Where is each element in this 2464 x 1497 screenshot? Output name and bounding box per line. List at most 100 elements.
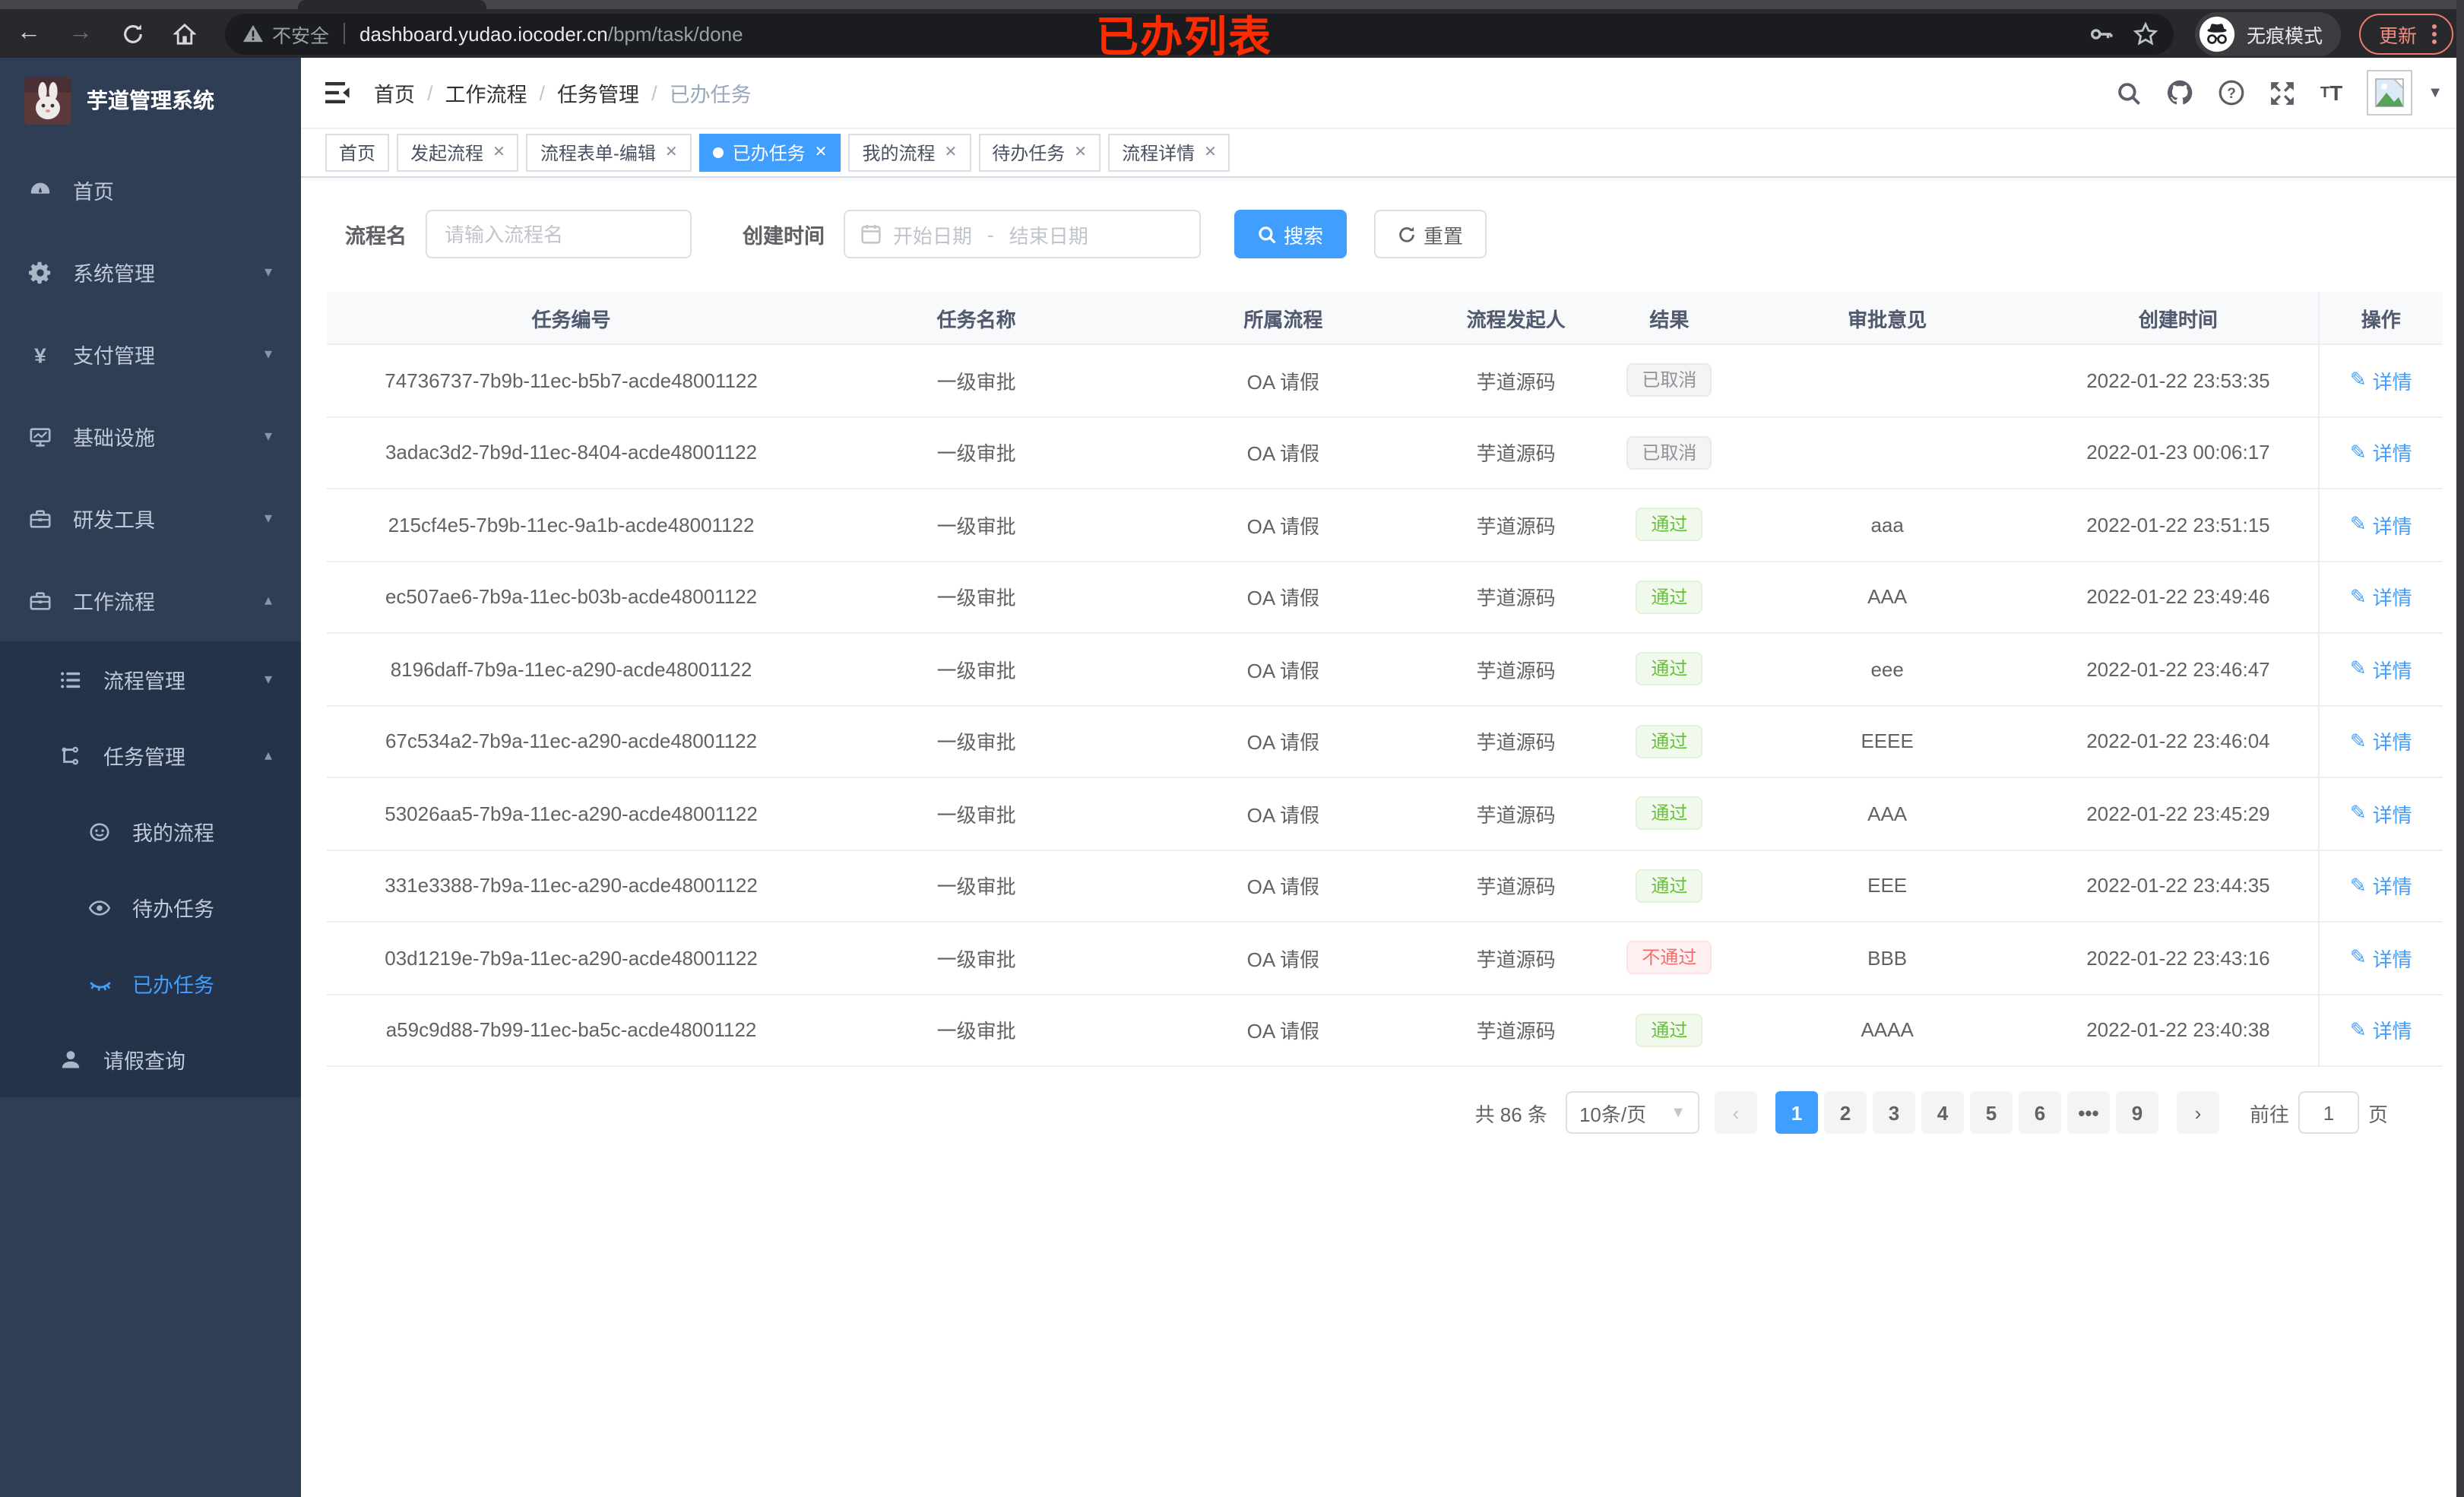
detail-link[interactable]: ✎ 详情: [2350, 655, 2412, 684]
process-name-input[interactable]: [425, 210, 691, 258]
process-cell: OA 请假: [1246, 587, 1320, 610]
tab-待办任务[interactable]: 待办任务 ✕: [978, 134, 1101, 172]
select-caret-icon: ▼: [1671, 1104, 1686, 1121]
tab-已办任务[interactable]: 已办任务 ✕: [698, 134, 841, 172]
tab-label: 已办任务: [732, 143, 806, 164]
page-button-9[interactable]: 9: [2115, 1091, 2158, 1134]
home-icon[interactable]: [161, 14, 207, 53]
detail-link[interactable]: ✎ 详情: [2350, 583, 2412, 612]
detail-link[interactable]: ✎ 详情: [2350, 511, 2412, 540]
page-button-5[interactable]: 5: [1969, 1091, 2013, 1134]
tab-发起流程[interactable]: 发起流程 ✕: [397, 134, 519, 172]
result-badge: 通过: [1636, 652, 1703, 686]
reload-icon[interactable]: [109, 14, 155, 53]
breadcrumb-item-任务管理[interactable]: 任务管理: [557, 78, 639, 108]
browser-menu-icon[interactable]: [2429, 21, 2440, 46]
sidebar-item-请假查询[interactable]: 请假查询: [0, 1021, 301, 1097]
page-size-select[interactable]: 10条/页 ▼: [1565, 1091, 1699, 1134]
detail-link[interactable]: ✎ 详情: [2350, 727, 2412, 756]
pen-icon: ✎: [2349, 440, 2367, 464]
result-badge: 已取消: [1626, 363, 1712, 397]
chevron-down-icon: ▾: [264, 510, 272, 527]
close-tab-icon[interactable]: ✕: [1074, 144, 1087, 161]
logo-row[interactable]: 芋道管理系统: [0, 58, 301, 143]
help-icon[interactable]: ?: [2219, 79, 2246, 106]
flow-icon: [59, 744, 82, 767]
process-cell: OA 请假: [1246, 1020, 1320, 1043]
key-icon[interactable]: [2089, 21, 2114, 46]
page-button-4[interactable]: 4: [1921, 1091, 1964, 1134]
fullscreen-icon[interactable]: [2270, 80, 2296, 106]
date-range-picker[interactable]: 开始日期 - 结束日期: [843, 210, 1200, 258]
close-tab-icon[interactable]: ✕: [944, 144, 957, 161]
column-header-所属流程: 所属流程: [1243, 308, 1323, 331]
search-icon[interactable]: [2117, 80, 2143, 106]
close-tab-icon[interactable]: ✕: [1204, 144, 1217, 161]
search-button[interactable]: 搜索: [1234, 210, 1347, 258]
date-end-placeholder[interactable]: 结束日期: [1009, 220, 1088, 248]
close-tab-icon[interactable]: ✕: [492, 144, 505, 161]
actions-cell: ✎ 详情: [2317, 778, 2443, 849]
goto-page-input[interactable]: [2298, 1091, 2359, 1134]
more-pages-button[interactable]: •••: [2067, 1091, 2110, 1134]
prev-page-button[interactable]: ‹: [1714, 1091, 1757, 1134]
update-button[interactable]: 更新: [2359, 13, 2454, 54]
tab-我的流程[interactable]: 我的流程 ✕: [848, 134, 971, 172]
sidebar-item-label: 研发工具: [73, 509, 155, 532]
close-tab-icon[interactable]: ✕: [665, 144, 678, 161]
chevron-down-icon: ▾: [264, 346, 272, 362]
task-name-cell: 一级审批: [936, 803, 1016, 827]
breadcrumb-item-首页[interactable]: 首页: [374, 78, 415, 108]
detail-link[interactable]: ✎ 详情: [2350, 944, 2412, 973]
url-text[interactable]: dashboard.yudao.iocoder.cn/bpm/task/done: [359, 22, 743, 45]
font-size-icon[interactable]: TT: [2320, 81, 2342, 105]
sidebar-item-基础设施[interactable]: 基础设施 ▾: [0, 395, 301, 477]
detail-link[interactable]: ✎ 详情: [2350, 799, 2412, 828]
next-page-button[interactable]: ›: [2176, 1091, 2219, 1134]
avatar[interactable]: [2367, 70, 2413, 116]
bookmark-star-icon[interactable]: [2133, 21, 2158, 46]
detail-link[interactable]: ✎ 详情: [2350, 438, 2412, 467]
detail-link[interactable]: ✎ 详情: [2350, 366, 2412, 395]
tab-流程详情[interactable]: 流程详情 ✕: [1108, 134, 1230, 172]
avatar-caret-icon[interactable]: ▼: [2428, 84, 2443, 101]
tab-流程表单-编辑[interactable]: 流程表单-编辑 ✕: [526, 134, 692, 172]
chevron-down-icon: ▾: [264, 428, 272, 445]
sidebar-item-支付管理[interactable]: ¥ 支付管理 ▾: [0, 313, 301, 395]
sidebar-item-任务管理[interactable]: 任务管理 ▴: [0, 717, 301, 793]
task-name-cell: 一级审批: [936, 948, 1016, 971]
page-button-3[interactable]: 3: [1872, 1091, 1915, 1134]
page-button-2[interactable]: 2: [1823, 1091, 1867, 1134]
result-cell: 通过: [1603, 652, 1736, 686]
sidebar-item-研发工具[interactable]: 研发工具 ▾: [0, 477, 301, 559]
sidebar-item-已办任务[interactable]: 已办任务: [0, 945, 301, 1021]
tab-首页[interactable]: 首页: [325, 134, 390, 172]
created-time-cell: 2022-01-22 23:43:16: [2086, 946, 2270, 970]
sidebar-item-系统管理[interactable]: 系统管理 ▾: [0, 231, 301, 313]
calendar-icon: [860, 224, 880, 244]
date-start-placeholder[interactable]: 开始日期: [893, 220, 972, 248]
comment-cell: eee: [1870, 657, 1904, 681]
sidebar-item-流程管理[interactable]: 流程管理 ▾: [0, 641, 301, 717]
sidebar-item-工作流程[interactable]: 工作流程 ▴: [0, 559, 301, 641]
detail-link[interactable]: ✎ 详情: [2350, 1016, 2412, 1045]
sidebar-item-首页[interactable]: 首页: [0, 149, 301, 231]
collapse-sidebar-icon[interactable]: [325, 81, 353, 105]
sidebar-item-待办任务[interactable]: 待办任务: [0, 869, 301, 945]
browser-active-tab[interactable]: [298, 0, 486, 9]
task-id-cell: ec507ae6-7b9a-11ec-b03b-acde48001122: [385, 585, 758, 609]
process-cell: OA 请假: [1246, 514, 1320, 538]
detail-link[interactable]: ✎ 详情: [2350, 872, 2412, 900]
toolbox-icon: [29, 507, 52, 530]
page-button-6[interactable]: 6: [2018, 1091, 2061, 1134]
not-secure-label[interactable]: 不安全: [272, 19, 329, 48]
forward-icon[interactable]: →: [58, 14, 103, 53]
close-tab-icon[interactable]: ✕: [815, 144, 828, 161]
back-icon[interactable]: ←: [6, 14, 52, 53]
github-icon[interactable]: [2167, 79, 2194, 106]
window-edge-scrollbar[interactable]: [2456, 0, 2464, 1497]
page-button-1[interactable]: 1: [1775, 1091, 1818, 1134]
sidebar-item-我的流程[interactable]: 我的流程: [0, 793, 301, 869]
reset-button[interactable]: 重置: [1373, 210, 1487, 258]
breadcrumb-item-工作流程[interactable]: 工作流程: [445, 78, 527, 108]
